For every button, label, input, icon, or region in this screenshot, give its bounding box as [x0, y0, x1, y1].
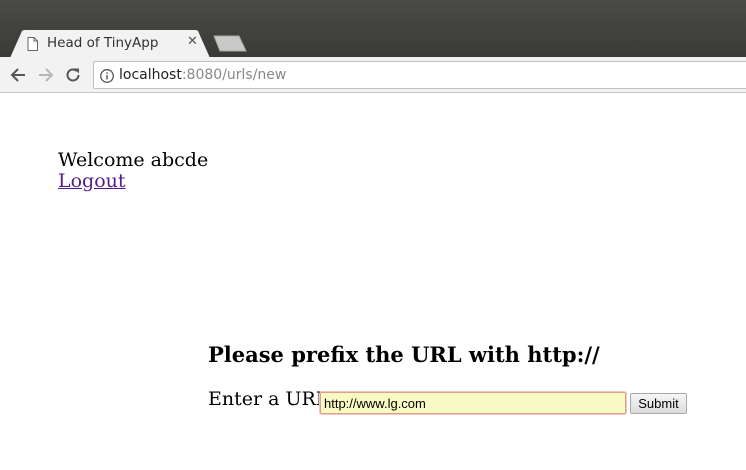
close-tab-icon[interactable]: ✕: [187, 34, 198, 49]
page-icon: [27, 37, 38, 51]
back-arrow-icon[interactable]: [8, 65, 28, 85]
new-tab-button[interactable]: [212, 35, 248, 52]
url-input[interactable]: [320, 392, 626, 414]
address-bar[interactable]: localhost:8080/urls/new: [93, 61, 746, 89]
tab-title: Head of TinyApp: [47, 35, 159, 51]
info-icon[interactable]: [99, 68, 115, 84]
welcome-text: Welcome abcde: [58, 149, 209, 171]
submit-button[interactable]: Submit: [630, 393, 687, 414]
url-host: localhost: [119, 67, 182, 83]
logout-link[interactable]: Logout: [58, 170, 126, 192]
url-path: :8080/urls/new: [181, 67, 287, 83]
page-content: Welcome abcde Logout Please prefix the U…: [0, 94, 746, 470]
browser-title-bar: Head of TinyApp ✕: [0, 0, 746, 58]
browser-tab[interactable]: Head of TinyApp ✕: [10, 30, 210, 58]
reload-icon[interactable]: [63, 65, 83, 85]
forward-arrow-icon[interactable]: [36, 65, 56, 85]
url-field-label: Enter a URL:: [208, 388, 335, 410]
browser-toolbar: localhost:8080/urls/new: [0, 57, 746, 93]
url-text[interactable]: localhost:8080/urls/new: [119, 67, 286, 83]
page-heading: Please prefix the URL with http://: [208, 342, 600, 367]
